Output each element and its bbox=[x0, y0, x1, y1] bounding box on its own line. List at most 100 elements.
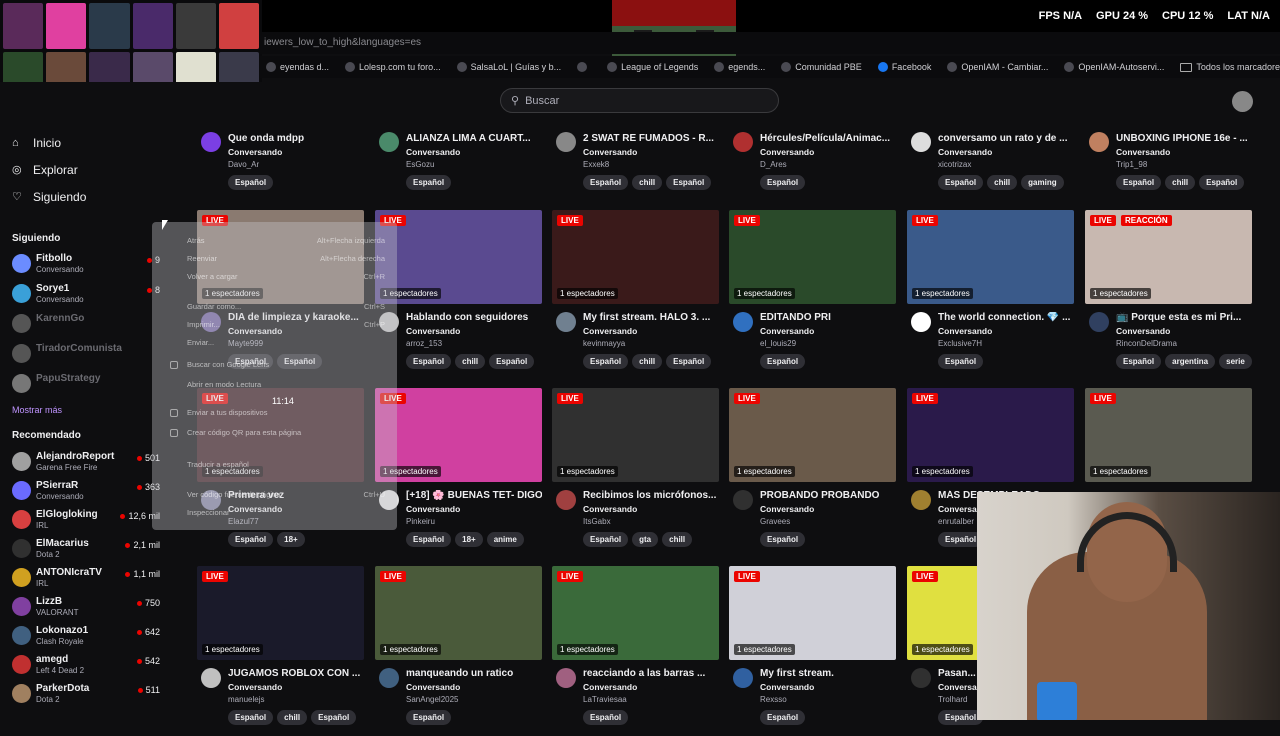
stream-thumbnail[interactable]: LIVE 1 espectadores bbox=[907, 388, 1074, 482]
stream-thumbnail[interactable]: LIVE 1 espectadores bbox=[375, 566, 542, 660]
stream-card-info[interactable]: ALIANZA LIMA A CUART... Conversando EsGozu… bbox=[375, 120, 542, 200]
bookmark-item[interactable]: Facebook bbox=[877, 62, 931, 72]
tag-pill[interactable]: Español bbox=[760, 532, 806, 547]
all-bookmarks-button[interactable]: Todos los marcadores bbox=[1180, 62, 1280, 72]
stream-user[interactable]: ItsGabx bbox=[583, 517, 611, 526]
stream-user[interactable]: SanAngel2025 bbox=[406, 695, 459, 704]
tag-pill[interactable]: chill bbox=[662, 532, 693, 547]
stream-title[interactable]: manqueando un ratico bbox=[406, 668, 542, 679]
context-menu-item[interactable]: Enviar a tus dispositivos bbox=[187, 408, 267, 417]
sidebar-channel[interactable]: Lokonazo1 Clash Royale 642 bbox=[12, 624, 160, 648]
tag-pill[interactable]: Español bbox=[406, 354, 452, 369]
stream-card[interactable]: LIVE 1 espectadores Recibimos los micrófon… bbox=[552, 388, 719, 558]
tab-thumbnail[interactable] bbox=[175, 3, 216, 49]
stream-thumbnail[interactable]: LIVE 1 espectadores bbox=[197, 566, 364, 660]
channel-avatar[interactable] bbox=[911, 132, 931, 152]
sidebar-channel[interactable]: amegd Left 4 Dead 2 542 bbox=[12, 653, 160, 677]
bookmark-item[interactable]: OpenIAM - Cambiar... bbox=[947, 62, 1048, 72]
stream-category[interactable]: Conversando bbox=[228, 147, 282, 157]
stream-thumbnail[interactable]: LIVE 1 espectadores bbox=[729, 388, 896, 482]
channel-avatar[interactable] bbox=[379, 132, 399, 152]
tag-pill[interactable]: Español bbox=[666, 175, 712, 190]
tag-pill[interactable]: Español bbox=[760, 354, 806, 369]
tag-pill[interactable]: Español bbox=[760, 710, 806, 725]
tag-pill[interactable]: Español bbox=[228, 175, 274, 190]
nav-explore[interactable]: ◎ Explorar bbox=[12, 163, 78, 177]
stream-card-info[interactable]: Hércules/Película/Animac... Conversando D_… bbox=[729, 120, 896, 200]
sidebar-channel[interactable]: AlejandroReport Garena Free Fire 501 bbox=[12, 450, 160, 474]
stream-title[interactable]: JUGAMOS ROBLOX CON ... bbox=[228, 668, 364, 679]
stream-title[interactable]: Hércules/Película/Animac... bbox=[760, 133, 896, 144]
channel-avatar[interactable] bbox=[556, 668, 576, 688]
stream-category[interactable]: Conversando bbox=[760, 326, 814, 336]
search-bar[interactable]: ⚲ Buscar bbox=[500, 88, 779, 113]
stream-user[interactable]: Gravees bbox=[760, 517, 790, 526]
show-more-link[interactable]: Mostrar más bbox=[12, 405, 62, 415]
tag-pill[interactable]: gta bbox=[632, 532, 659, 547]
channel-avatar[interactable] bbox=[733, 668, 753, 688]
channel-avatar[interactable] bbox=[911, 668, 931, 688]
stream-card[interactable]: LIVE 1 espectadores Hablando con seguidore… bbox=[375, 210, 542, 380]
stream-user[interactable]: enrutalber bbox=[938, 517, 974, 526]
tag-pill[interactable]: serie bbox=[1219, 354, 1252, 369]
bookmark-item[interactable]: egends... bbox=[714, 62, 765, 72]
nav-home[interactable]: ⌂ Inicio bbox=[12, 136, 61, 150]
tab-thumbnail[interactable] bbox=[3, 3, 44, 49]
stream-title[interactable]: 2 SWAT RE FUMADOS - R... bbox=[583, 133, 719, 144]
stream-card[interactable]: LIVE 1 espectadores JUGAMOS ROBLOX CON ...… bbox=[197, 566, 364, 736]
stream-card[interactable]: LIVE REACCIÓN 1 espectadores 📺 Porque esta … bbox=[1085, 210, 1252, 380]
context-menu-item[interactable]: Buscar con Google Lens bbox=[187, 360, 269, 369]
tag-pill[interactable]: Español bbox=[938, 175, 984, 190]
context-menu-item[interactable]: Enviar... bbox=[187, 338, 214, 347]
tag-pill[interactable]: Español bbox=[406, 532, 452, 547]
tag-pill[interactable]: 18+ bbox=[277, 532, 305, 547]
stream-card-info[interactable]: UNBOXING IPHONE 16e - ... Conversando Trip… bbox=[1085, 120, 1252, 200]
channel-avatar[interactable] bbox=[911, 490, 931, 510]
channel-avatar[interactable] bbox=[379, 668, 399, 688]
stream-user[interactable]: Exclusive7H bbox=[938, 339, 982, 348]
tag-pill[interactable]: Español bbox=[666, 354, 712, 369]
user-avatar[interactable] bbox=[1232, 91, 1253, 112]
stream-card[interactable]: LIVE 1 espectadores PROBANDO PROBANDO Conve… bbox=[729, 388, 896, 558]
stream-title[interactable]: My first stream. HALO 3. ... bbox=[583, 312, 719, 323]
sidebar-channel[interactable]: PSierraR Conversando 363 bbox=[12, 479, 160, 503]
stream-thumbnail[interactable]: LIVE 1 espectadores bbox=[1085, 388, 1252, 482]
stream-title[interactable]: ALIANZA LIMA A CUART... bbox=[406, 133, 542, 144]
stream-category[interactable]: Conversando bbox=[406, 147, 460, 157]
context-menu-item[interactable]: Traducir a español bbox=[187, 460, 249, 469]
bookmark-item[interactable]: Lolesp.com tu foro... bbox=[345, 62, 441, 72]
stream-title[interactable]: The world connection. 💎 ... bbox=[938, 312, 1074, 323]
stream-user[interactable]: Trip1_98 bbox=[1116, 160, 1147, 169]
tag-pill[interactable]: Español bbox=[583, 175, 629, 190]
stream-user[interactable]: Trolhard bbox=[938, 695, 968, 704]
tag-pill[interactable]: Español bbox=[1116, 175, 1162, 190]
context-menu-item[interactable]: Imprimir... bbox=[187, 320, 220, 329]
tag-pill[interactable]: Español bbox=[760, 175, 806, 190]
stream-title[interactable]: UNBOXING IPHONE 16e - ... bbox=[1116, 133, 1252, 144]
stream-category[interactable]: Conversando bbox=[1116, 326, 1170, 336]
tag-pill[interactable]: argentina bbox=[1165, 354, 1216, 369]
stream-user[interactable]: LaTraviesaa bbox=[583, 695, 627, 704]
sidebar-channel[interactable]: LizzB VALORANT 750 bbox=[12, 595, 160, 619]
bookmark-item[interactable]: OpenIAM-Autoservi... bbox=[1064, 62, 1164, 72]
bookmark-item[interactable]: League of Legends bbox=[607, 62, 698, 72]
stream-card-info[interactable]: conversamo un rato y de ... Conversando xi… bbox=[907, 120, 1074, 200]
stream-category[interactable]: Conversando bbox=[583, 147, 637, 157]
stream-category[interactable]: Conversando bbox=[406, 326, 460, 336]
stream-category[interactable]: Conversando bbox=[938, 147, 992, 157]
tag-pill[interactable]: Español bbox=[938, 354, 984, 369]
context-menu-item[interactable]: Guardar como... bbox=[187, 302, 241, 311]
stream-card[interactable]: LIVE 1 espectadores The world connection. … bbox=[907, 210, 1074, 380]
stream-thumbnail[interactable]: LIVE 1 espectadores bbox=[375, 210, 542, 304]
sidebar-channel[interactable]: Fitbollo Conversando 9 bbox=[12, 252, 160, 276]
stream-user[interactable]: xicotrizax bbox=[938, 160, 971, 169]
tag-pill[interactable]: chill bbox=[632, 175, 663, 190]
sidebar-channel[interactable]: ANTONIcraTV IRL 1,1 mil bbox=[12, 566, 160, 590]
stream-thumbnail[interactable]: LIVE 1 espectadores bbox=[907, 210, 1074, 304]
stream-card[interactable]: LIVE 1 espectadores reacciando a las barra… bbox=[552, 566, 719, 736]
stream-title[interactable]: Hablando con seguidores bbox=[406, 312, 542, 323]
tag-pill[interactable]: Español bbox=[583, 532, 629, 547]
stream-thumbnail[interactable]: LIVE 1 espectadores bbox=[375, 388, 542, 482]
bookmark-item[interactable]: SalsaLoL | Guías y b... bbox=[456, 62, 561, 72]
sidebar-channel[interactable]: TiradorComunista bbox=[12, 342, 160, 366]
